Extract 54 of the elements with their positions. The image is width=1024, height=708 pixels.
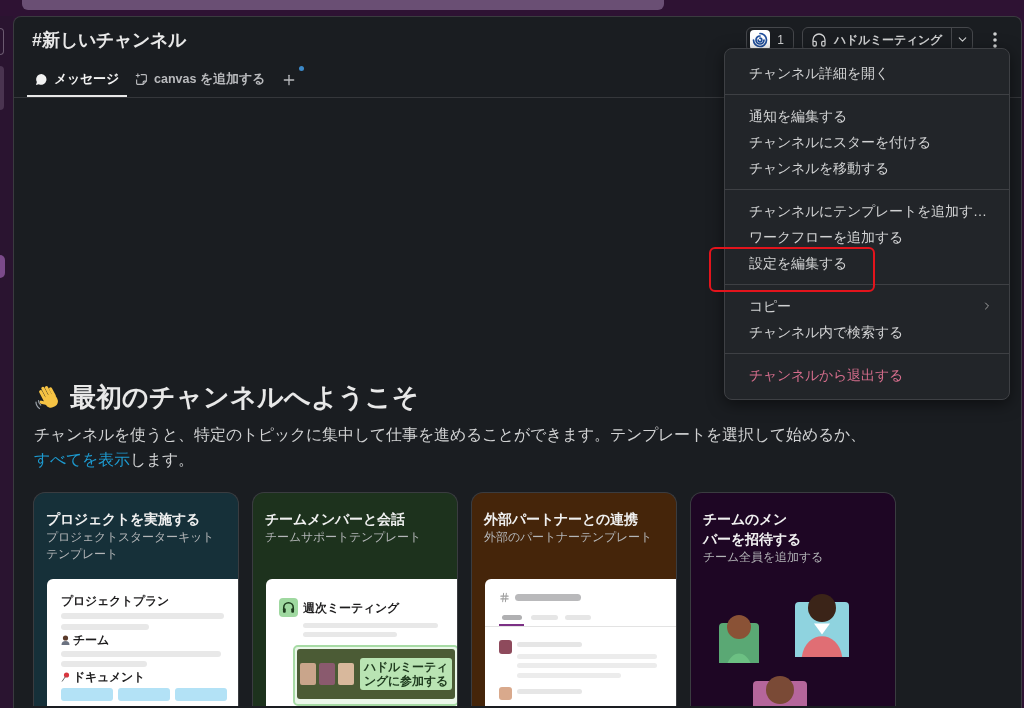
tab[interactable]: メッセージ bbox=[27, 62, 127, 97]
tab[interactable]: canvas を追加する bbox=[127, 62, 273, 97]
menu-item[interactable]: チャンネルにスターを付ける bbox=[725, 132, 1009, 152]
template-title: プロジェクトを実施する bbox=[46, 510, 201, 529]
show-all-link[interactable]: すべてを表示 bbox=[34, 451, 130, 468]
placeholder-block bbox=[61, 688, 113, 701]
welcome-heading: 最初のチャンネルへようこそ bbox=[70, 381, 419, 414]
preview-title: プロジェクトプラン bbox=[61, 593, 170, 609]
menu-item[interactable]: チャンネル内で検索する bbox=[725, 322, 1009, 342]
menu-item[interactable]: チャンネルにテンプレートを追加す… bbox=[725, 201, 1009, 221]
menu-item[interactable]: チャンネルを移動する bbox=[725, 158, 1009, 178]
more-icon bbox=[993, 31, 997, 48]
person-avatar-icon bbox=[719, 613, 759, 663]
preview-title: 週次ミーティング bbox=[303, 599, 399, 616]
hash-icon bbox=[499, 592, 510, 603]
template-subtitle: チーム全員を追加する bbox=[703, 549, 824, 566]
canvas-icon bbox=[135, 73, 148, 86]
swirl-logo-icon bbox=[750, 29, 771, 50]
channel-title: #新しいチャンネル bbox=[32, 28, 186, 52]
person-avatar-icon bbox=[795, 594, 849, 657]
preview-section-label: チーム bbox=[73, 633, 109, 647]
search-field[interactable] bbox=[22, 0, 664, 10]
template-card[interactable]: 外部パートナーとの連携 外部のパートナーテンプレート bbox=[471, 492, 677, 706]
template-card[interactable]: チームのメンバーを招待する チーム全員を追加する bbox=[690, 492, 896, 706]
template-title: チームのメンバーを招待する bbox=[703, 510, 802, 549]
welcome-description: チャンネルを使うと、特定のトピックに集中して仕事を進めることができます。テンプレートを選択して始めるか、 すべてを表示します。 bbox=[34, 425, 867, 470]
person-icon bbox=[61, 635, 70, 645]
person-avatar-icon bbox=[753, 676, 807, 706]
placeholder-block bbox=[175, 688, 227, 701]
menu-item[interactable]: チャンネル詳細を開く bbox=[725, 63, 1009, 83]
avatar-icon bbox=[499, 640, 512, 654]
template-title: チームメンバーと会話 bbox=[265, 510, 406, 529]
tab-underline bbox=[499, 624, 524, 626]
join-huddle-button[interactable]: ハドルミーティングに参加する bbox=[360, 658, 452, 691]
preview-section-label: ドキュメント bbox=[73, 670, 145, 684]
avatar-icon bbox=[499, 687, 512, 700]
headphones-icon bbox=[279, 598, 298, 617]
sidebar-item[interactable] bbox=[0, 255, 5, 278]
message-bubble-icon bbox=[35, 73, 48, 86]
headphones-icon bbox=[811, 31, 827, 48]
menu-item[interactable]: チャンネルから退出する bbox=[725, 365, 1009, 385]
menu-item[interactable]: コピー bbox=[725, 296, 1009, 316]
menu-item[interactable]: 通知を編集する bbox=[725, 106, 1009, 126]
template-subtitle: 外部のパートナーテンプレート bbox=[484, 529, 653, 546]
huddle-button[interactable]: ハドルミーティング bbox=[803, 28, 951, 51]
template-subtitle: プロジェクトスターターキットテンプレート bbox=[46, 529, 215, 563]
template-subtitle: チームサポートテンプレート bbox=[265, 529, 422, 546]
template-card[interactable]: プロジェクトを実施する プロジェクトスターターキットテンプレート プロジェクトプラン チーム ドキュメント bbox=[33, 492, 239, 706]
template-title: 外部パートナーとの連携 bbox=[484, 510, 639, 529]
menu-item[interactable]: 設定を編集する bbox=[725, 253, 1009, 273]
template-card[interactable]: チームメンバーと会話 チームサポートテンプレート 週次ミーティング ハドルミーティングに参加する bbox=[252, 492, 458, 706]
placeholder-block bbox=[118, 688, 170, 701]
pin-icon bbox=[61, 672, 70, 682]
menu-item[interactable]: ワークフローを追加する bbox=[725, 227, 1009, 247]
